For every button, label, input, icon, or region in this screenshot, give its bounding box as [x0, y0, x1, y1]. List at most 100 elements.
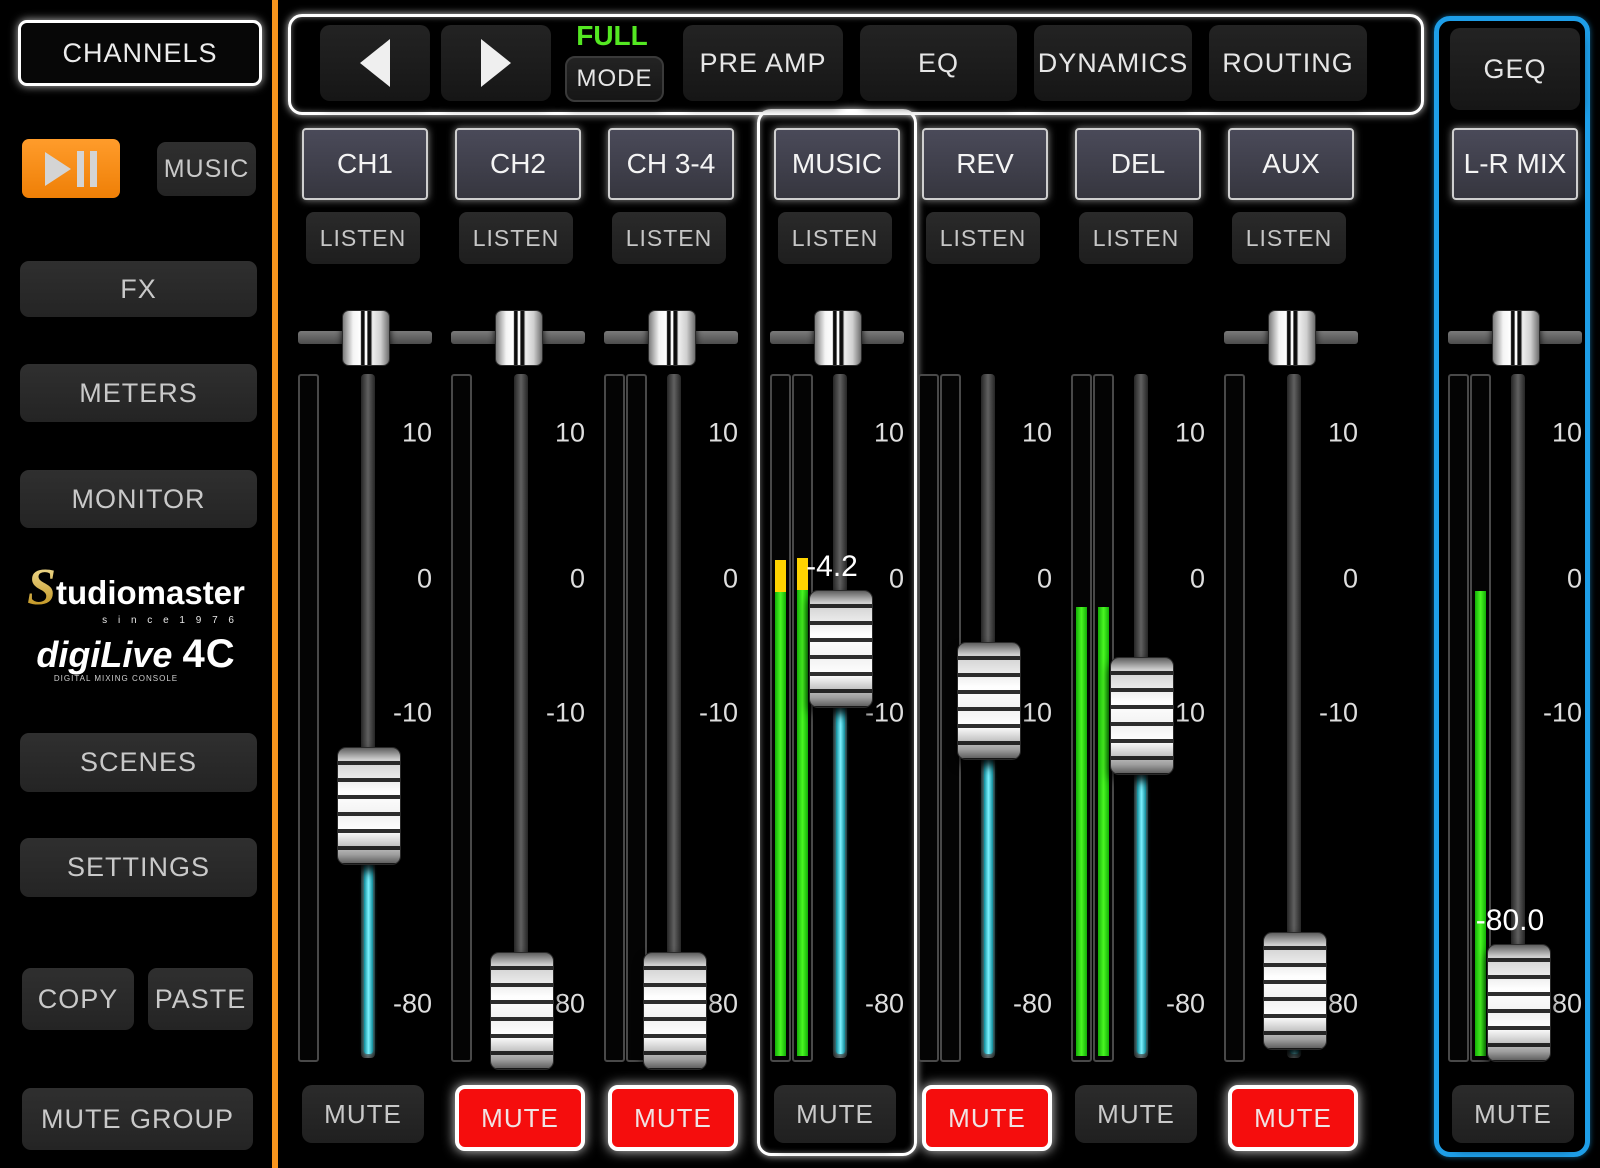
logo-wordmark: tudiomaster	[56, 574, 245, 611]
scale-tick: -80	[990, 989, 1052, 1020]
pause-bar-icon	[90, 151, 97, 187]
mute-button[interactable]: MUTE	[302, 1085, 424, 1143]
channel-strip: CH1 LISTEN 10 0 -10 -80 MUTE	[290, 0, 440, 1168]
logo-s: S	[27, 559, 56, 616]
fader-knob[interactable]	[490, 952, 554, 1070]
mute-group-button[interactable]: MUTE GROUP	[22, 1088, 253, 1150]
meter-slot	[770, 374, 791, 1062]
listen-button[interactable]: LISTEN	[612, 212, 726, 264]
meter-slot	[918, 374, 939, 1062]
sidebar-divider	[272, 0, 278, 1168]
meter-slot	[1224, 374, 1245, 1062]
pan-knob[interactable]	[1268, 310, 1316, 366]
sidebar-settings-button[interactable]: SETTINGS	[20, 838, 257, 897]
listen-button[interactable]: LISTEN	[459, 212, 573, 264]
channel-select-button[interactable]: CH2	[455, 128, 581, 200]
channel-select-button[interactable]: REV	[922, 128, 1048, 200]
pan-knob[interactable]	[1492, 310, 1540, 366]
scale-tick: 0	[523, 564, 585, 595]
meter-slot	[298, 374, 319, 1062]
scale-tick: -10	[676, 698, 738, 729]
pan-knob[interactable]	[495, 310, 543, 366]
channel-select-button[interactable]: DEL	[1075, 128, 1201, 200]
listen-button[interactable]: LISTEN	[778, 212, 892, 264]
channel-strip: CH2LISTEN100-10-80MUTE	[443, 0, 593, 1168]
meter-fill-green	[1076, 607, 1087, 1056]
scale-tick: -80	[370, 989, 432, 1020]
listen-button[interactable]: LISTEN	[926, 212, 1040, 264]
fader-knob[interactable]	[957, 642, 1021, 760]
mixer-screen: CHANNELS MUSIC FX METERS MONITOR Studiom…	[0, 0, 1600, 1168]
channel-strip: DELLISTEN100-10-80MUTE	[1063, 0, 1213, 1168]
listen-button[interactable]: LISTEN	[306, 212, 420, 264]
mute-button[interactable]: MUTE	[1452, 1085, 1574, 1143]
fader-knob[interactable]	[1263, 932, 1327, 1050]
sidebar-meters-button[interactable]: METERS	[20, 364, 257, 422]
sidebar-monitor-button[interactable]: MONITOR	[20, 470, 257, 528]
mute-button[interactable]: MUTE	[774, 1085, 896, 1143]
meter-slot	[1071, 374, 1092, 1062]
fader-value-label: -4.2	[767, 550, 897, 584]
scale-tick: 10	[370, 418, 432, 449]
sidebar-fx-button[interactable]: FX	[20, 261, 257, 317]
pan-knob[interactable]	[648, 310, 696, 366]
fader-value-label: -80.0	[1445, 904, 1575, 938]
channel-select-button[interactable]: AUX	[1228, 128, 1354, 200]
mute-button[interactable]: MUTE	[1228, 1085, 1358, 1151]
scale-tick: 0	[990, 564, 1052, 595]
mute-button[interactable]: MUTE	[1075, 1085, 1197, 1143]
channel-strip: REVLISTEN100-10-80MUTE	[910, 0, 1060, 1168]
fader-knob[interactable]	[643, 952, 707, 1070]
mute-button[interactable]: MUTE	[455, 1085, 585, 1151]
scale-tick: 10	[676, 418, 738, 449]
scale-tick: 10	[523, 418, 585, 449]
meter-slot	[1448, 374, 1469, 1062]
scale-tick: 10	[1520, 418, 1582, 449]
fader-knob[interactable]	[337, 747, 401, 865]
channel-select-button[interactable]: MUSIC	[774, 128, 900, 200]
pan-knob[interactable]	[342, 310, 390, 366]
channel-strip: MUSICLISTEN100-10-80-4.2MUTE	[762, 0, 912, 1168]
fader-cyan-track	[364, 857, 373, 1054]
channel-strip: CH 3-4LISTEN100-10-80MUTE	[596, 0, 746, 1168]
fader-knob[interactable]	[809, 590, 873, 708]
meter-fill-green	[1098, 607, 1109, 1056]
copy-button[interactable]: COPY	[22, 968, 134, 1030]
scale-tick: 0	[1296, 564, 1358, 595]
play-icon	[45, 152, 71, 186]
channel-select-button[interactable]: CH 3-4	[608, 128, 734, 200]
scale-tick: 10	[990, 418, 1052, 449]
scale-tick: 10	[1143, 418, 1205, 449]
fader-knob[interactable]	[1110, 657, 1174, 775]
transport-play-pause-button[interactable]	[22, 139, 120, 198]
pause-bar-icon	[77, 151, 84, 187]
paste-button[interactable]: PASTE	[148, 968, 253, 1030]
mute-button[interactable]: MUTE	[608, 1085, 738, 1151]
pan-knob[interactable]	[814, 310, 862, 366]
scale-tick: -10	[523, 698, 585, 729]
scale-tick: 0	[370, 564, 432, 595]
meter-fill-green	[775, 592, 786, 1056]
channel-select-button[interactable]: L-R MIX	[1452, 128, 1578, 200]
digilive-logo: digiLive 4C	[0, 632, 272, 677]
mute-button[interactable]: MUTE	[922, 1085, 1052, 1151]
listen-button[interactable]: LISTEN	[1232, 212, 1346, 264]
scale-tick: 10	[1296, 418, 1358, 449]
meter-slot	[604, 374, 625, 1062]
fader-knob[interactable]	[1487, 944, 1551, 1062]
meter-slot	[792, 374, 813, 1062]
scale-tick: -80	[842, 989, 904, 1020]
meter-fill-green	[1475, 591, 1486, 1056]
channels-button[interactable]: CHANNELS	[18, 20, 262, 86]
sidebar-music-button[interactable]: MUSIC	[157, 142, 256, 196]
scale-tick: 10	[842, 418, 904, 449]
channel-select-button[interactable]: CH1	[302, 128, 428, 200]
studiomaster-logo: Studiomaster s i n c e 1 9 7 6 digiLive …	[0, 558, 272, 683]
listen-button[interactable]: LISTEN	[1079, 212, 1193, 264]
sidebar-scenes-button[interactable]: SCENES	[20, 733, 257, 792]
channel-strip: L-R MIX100-10-80-80.0MUTE	[1440, 0, 1590, 1168]
scale-tick: 0	[1143, 564, 1205, 595]
scale-tick: 0	[1520, 564, 1582, 595]
channel-strip: AUXLISTEN100-10-80MUTE	[1216, 0, 1366, 1168]
scale-tick: -10	[370, 698, 432, 729]
